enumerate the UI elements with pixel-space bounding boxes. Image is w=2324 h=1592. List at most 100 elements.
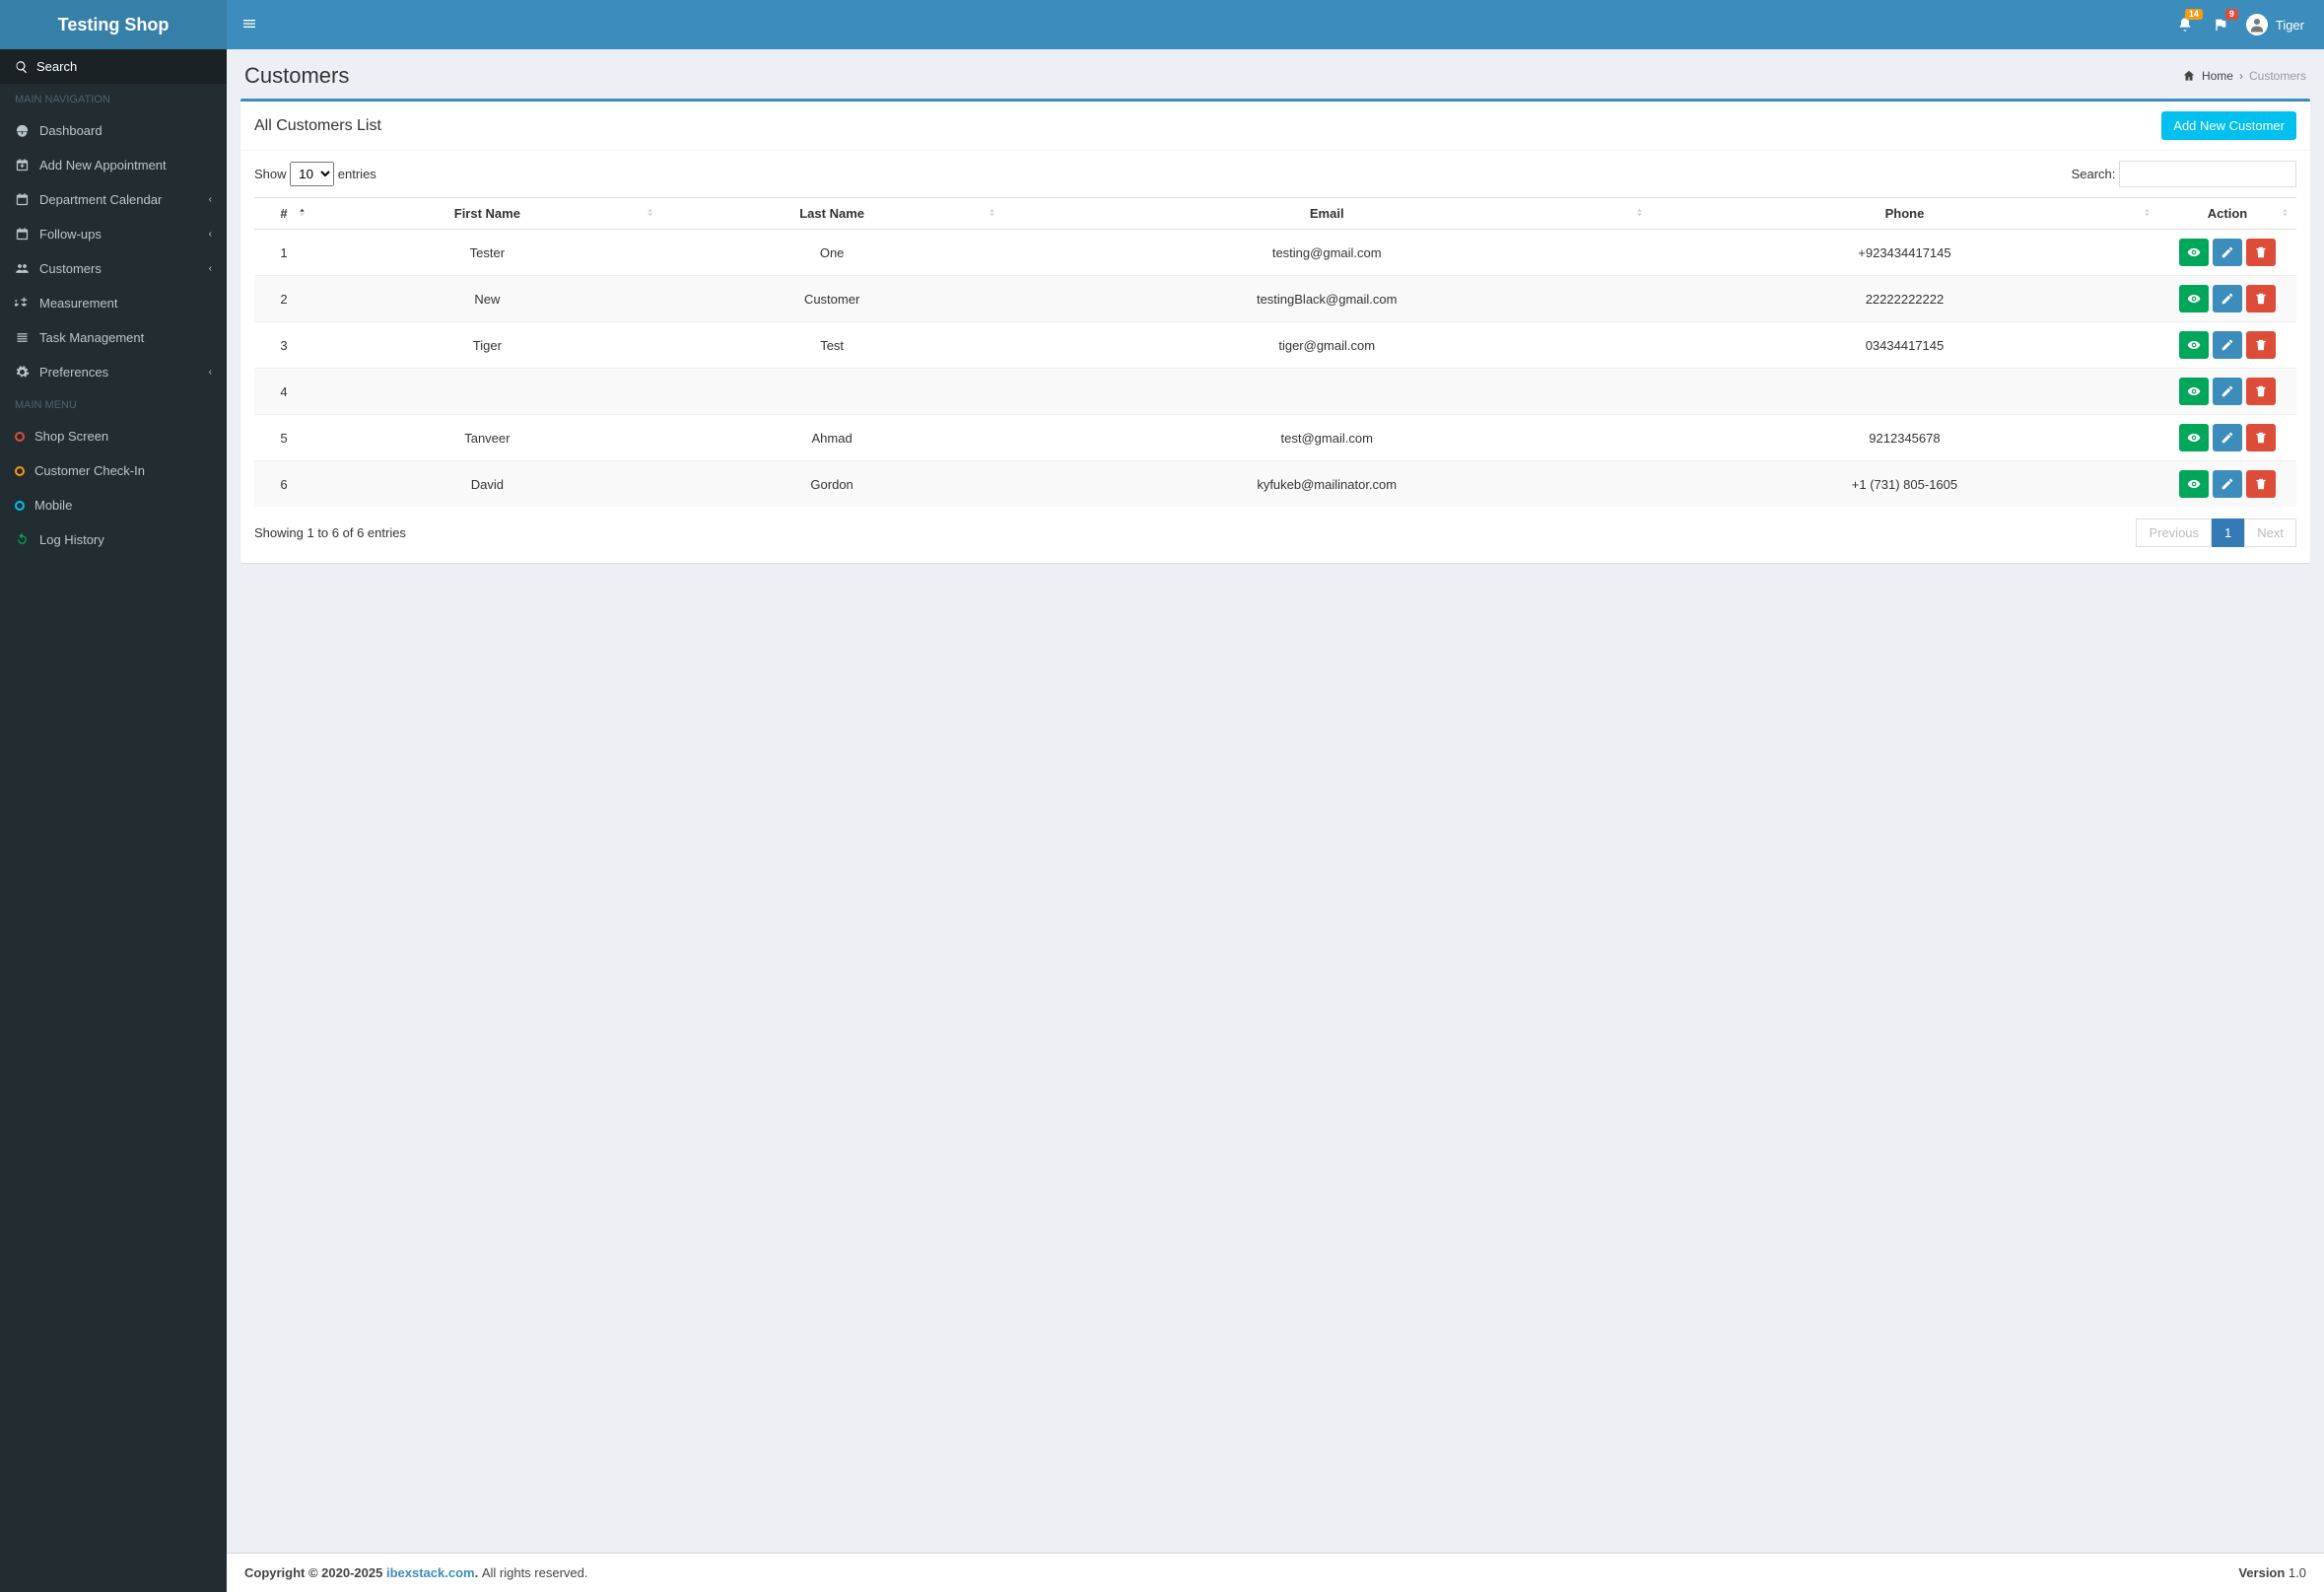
length-label-pre: Show	[254, 167, 287, 181]
messages-badge: 9	[2225, 9, 2238, 20]
sidebar-item-label: Follow-ups	[39, 227, 102, 242]
circle-blue-icon	[15, 501, 25, 511]
search-input[interactable]	[2119, 161, 2296, 187]
delete-button[interactable]	[2246, 239, 2276, 266]
col-index[interactable]: #	[254, 198, 313, 230]
view-button[interactable]	[2179, 285, 2209, 312]
footer: Copyright © 2020-2025 ibexstack.com. All…	[227, 1553, 2324, 1592]
sort-asc-icon	[297, 207, 308, 221]
col-first-name[interactable]: First Name	[313, 198, 661, 230]
col-action[interactable]: Action	[2158, 198, 2296, 230]
sidebar-item-add-appointment[interactable]: Add New Appointment	[0, 148, 227, 182]
delete-button[interactable]	[2246, 285, 2276, 312]
delete-button[interactable]	[2246, 424, 2276, 451]
cell-last-name: Test	[661, 322, 1003, 369]
sidebar-item-customers[interactable]: Customers ‹	[0, 251, 227, 286]
table-row: 4	[254, 369, 2296, 415]
sidebar-item-department-calendar[interactable]: Department Calendar ‹	[0, 182, 227, 217]
user-menu[interactable]: Tiger	[2246, 14, 2304, 35]
delete-button[interactable]	[2246, 470, 2276, 498]
edit-button[interactable]	[2213, 470, 2242, 498]
sort-icon	[645, 207, 655, 221]
sidebar-item-dashboard[interactable]: Dashboard	[0, 113, 227, 148]
cell-email	[1003, 369, 1651, 415]
sidebar-search-label: Search	[36, 59, 77, 74]
sidebar-item-label: Dashboard	[39, 123, 103, 138]
trash-icon	[2254, 338, 2268, 352]
table-row: 2 New Customer testingBlack@gmail.com 22…	[254, 276, 2296, 322]
cell-first-name: Tanveer	[313, 415, 661, 461]
view-button[interactable]	[2179, 424, 2209, 451]
table-info: Showing 1 to 6 of 6 entries	[254, 525, 406, 540]
table-row: 6 David Gordon kyfukeb@mailinator.com +1…	[254, 461, 2296, 508]
cell-email: tiger@gmail.com	[1003, 322, 1651, 369]
edit-button[interactable]	[2213, 285, 2242, 312]
add-new-customer-button[interactable]: Add New Customer	[2161, 111, 2296, 140]
sidebar-toggle[interactable]	[227, 16, 272, 35]
messages-button[interactable]: 9	[2211, 15, 2230, 35]
length-select[interactable]: 10	[290, 162, 334, 186]
sidebar-item-shop-screen[interactable]: Shop Screen	[0, 419, 227, 453]
view-button[interactable]	[2179, 470, 2209, 498]
length-label-post: entries	[338, 167, 376, 181]
cell-phone: 22222222222	[1651, 276, 2158, 322]
breadcrumb: Home › Customers	[2182, 69, 2306, 83]
delete-button[interactable]	[2246, 331, 2276, 359]
sidebar-item-label: Task Management	[39, 330, 144, 345]
cell-action	[2158, 322, 2296, 369]
sidebar-item-label: Customer Check-In	[34, 463, 145, 478]
sidebar-item-followups[interactable]: Follow-ups ‹	[0, 217, 227, 251]
cell-last-name	[661, 369, 1003, 415]
pagination-page-1[interactable]: 1	[2212, 519, 2244, 547]
notifications-badge: 14	[2185, 9, 2203, 20]
sort-icon	[1634, 207, 1645, 221]
sidebar-item-task-management[interactable]: Task Management	[0, 320, 227, 355]
page-title: Customers	[244, 63, 349, 89]
col-email[interactable]: Email	[1003, 198, 1651, 230]
sidebar-item-label: Shop Screen	[34, 429, 108, 444]
edit-button[interactable]	[2213, 331, 2242, 359]
cell-phone: 03434417145	[1651, 322, 2158, 369]
cell-index: 4	[254, 369, 313, 415]
sort-icon	[2142, 207, 2153, 221]
edit-button[interactable]	[2213, 239, 2242, 266]
view-button[interactable]	[2179, 331, 2209, 359]
edit-button[interactable]	[2213, 378, 2242, 405]
col-phone[interactable]: Phone	[1651, 198, 2158, 230]
refresh-icon	[15, 532, 30, 547]
footer-link[interactable]: ibexstack.com	[386, 1565, 475, 1580]
avatar	[2246, 14, 2268, 35]
sidebar-item-label: Add New Appointment	[39, 158, 167, 173]
cell-first-name: New	[313, 276, 661, 322]
sort-icon	[2280, 207, 2290, 221]
trash-icon	[2254, 477, 2268, 491]
notifications-button[interactable]: 14	[2175, 15, 2195, 35]
cell-first-name: David	[313, 461, 661, 508]
delete-button[interactable]	[2246, 378, 2276, 405]
sidebar-header-main-menu: MAIN MENU	[0, 389, 227, 419]
sidebar-item-measurement[interactable]: Measurement	[0, 286, 227, 320]
trash-icon	[2254, 245, 2268, 259]
cell-action	[2158, 415, 2296, 461]
chevron-left-icon: ‹	[209, 194, 212, 205]
cell-index: 1	[254, 230, 313, 276]
view-button[interactable]	[2179, 378, 2209, 405]
scale-icon	[15, 296, 30, 311]
view-button[interactable]	[2179, 239, 2209, 266]
brand-logo[interactable]: Testing Shop	[0, 0, 227, 49]
pagination-prev[interactable]: Previous	[2136, 519, 2212, 547]
sidebar-item-customer-checkin[interactable]: Customer Check-In	[0, 453, 227, 488]
calendar-icon	[15, 192, 30, 207]
cell-email: kyfukeb@mailinator.com	[1003, 461, 1651, 508]
breadcrumb-home[interactable]: Home	[2202, 69, 2233, 83]
pagination-next[interactable]: Next	[2244, 519, 2296, 547]
sidebar-item-log-history[interactable]: Log History	[0, 522, 227, 557]
sidebar-item-mobile[interactable]: Mobile	[0, 488, 227, 522]
col-last-name[interactable]: Last Name	[661, 198, 1003, 230]
breadcrumb-separator: ›	[2239, 69, 2243, 83]
breadcrumb-current: Customers	[2249, 69, 2306, 83]
sidebar-search[interactable]: Search	[0, 49, 227, 84]
sidebar-item-preferences[interactable]: Preferences ‹	[0, 355, 227, 389]
edit-button[interactable]	[2213, 424, 2242, 451]
cell-first-name: Tiger	[313, 322, 661, 369]
